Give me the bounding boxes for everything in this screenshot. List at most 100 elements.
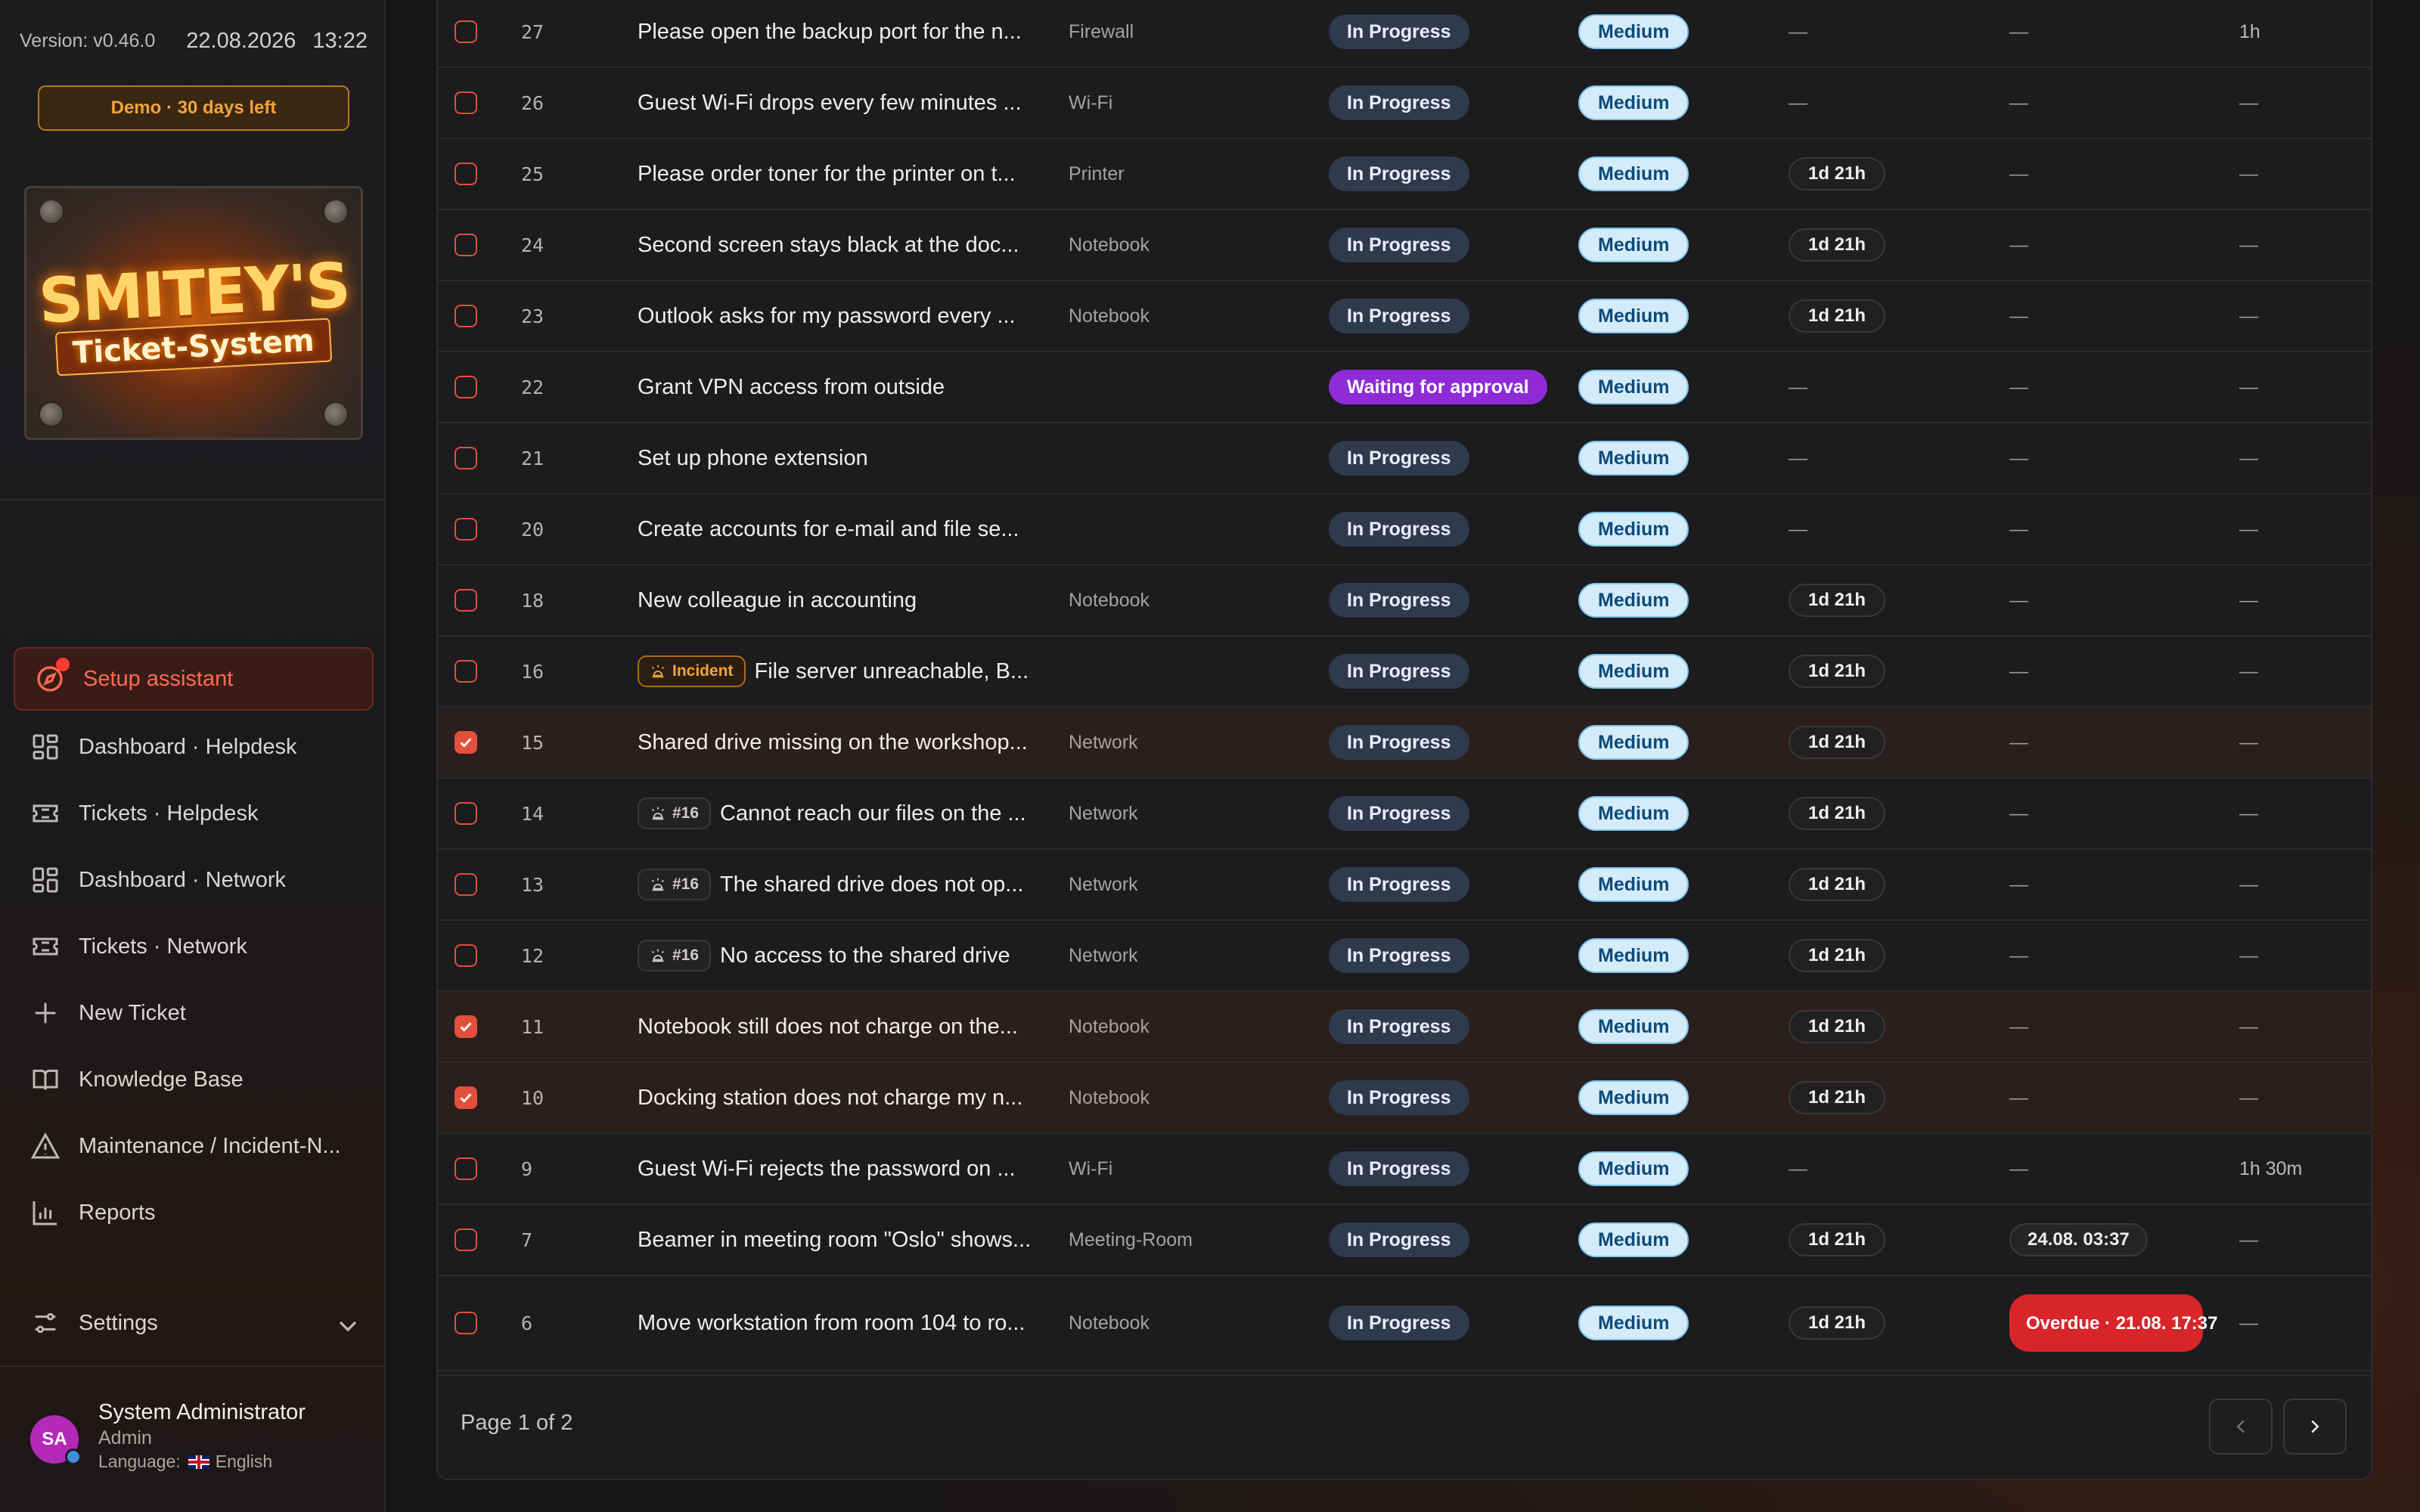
row-checkbox[interactable] xyxy=(455,447,477,469)
priority-badge[interactable]: Medium xyxy=(1578,14,1689,49)
parent-ticket-tag[interactable]: #16 xyxy=(638,940,712,971)
table-row[interactable]: 16 Incident File server unreachable, B... I… xyxy=(438,637,2371,708)
status-badge[interactable]: In Progress xyxy=(1329,867,1469,902)
ticket-title-cell[interactable]: Shared drive missing on the workshop... xyxy=(638,708,1046,777)
row-checkbox[interactable] xyxy=(455,873,477,896)
status-badge[interactable]: In Progress xyxy=(1329,1306,1469,1340)
ticket-title-cell[interactable]: Create accounts for e-mail and file se..… xyxy=(638,494,1046,564)
status-badge[interactable]: In Progress xyxy=(1329,85,1469,120)
row-checkbox[interactable] xyxy=(455,20,477,43)
language-selector[interactable]: Language: English xyxy=(98,1452,272,1472)
next-page-button[interactable] xyxy=(2283,1399,2347,1455)
setup-assistant-button[interactable]: Setup assistant xyxy=(14,647,374,711)
priority-badge[interactable]: Medium xyxy=(1578,1222,1689,1257)
nav-reports[interactable]: Reports xyxy=(30,1190,363,1235)
ticket-title-cell[interactable]: Move workstation from room 104 to ro... xyxy=(638,1276,1046,1370)
nav-dashboard-network[interactable]: Dashboard · Network xyxy=(30,857,363,903)
prev-page-button[interactable] xyxy=(2209,1399,2273,1455)
nav-knowledge-base[interactable]: Knowledge Base xyxy=(30,1057,363,1102)
priority-badge[interactable]: Medium xyxy=(1578,938,1689,973)
ticket-title-cell[interactable]: Set up phone extension xyxy=(638,423,1046,493)
app-logo[interactable]: SMITEY'S Ticket-System xyxy=(24,186,363,440)
status-badge[interactable]: In Progress xyxy=(1329,156,1469,191)
ticket-title-cell[interactable]: Notebook still does not charge on the... xyxy=(638,992,1046,1061)
status-badge[interactable]: In Progress xyxy=(1329,299,1469,333)
status-badge[interactable]: Waiting for approval xyxy=(1329,370,1547,404)
table-row[interactable]: 21 Set up phone extension In Progress Mediu… xyxy=(438,423,2371,494)
table-row[interactable]: 22 Grant VPN access from outside Waiting f… xyxy=(438,352,2371,423)
row-checkbox[interactable] xyxy=(455,1157,477,1180)
status-badge[interactable]: In Progress xyxy=(1329,14,1469,49)
parent-ticket-tag[interactable]: #16 xyxy=(638,869,712,900)
status-badge[interactable]: In Progress xyxy=(1329,1080,1469,1115)
ticket-title-cell[interactable]: Outlook asks for my password every ... xyxy=(638,281,1046,351)
ticket-title-cell[interactable]: #16 Cannot reach our files on the ... xyxy=(638,779,1046,848)
priority-badge[interactable]: Medium xyxy=(1578,156,1689,191)
row-checkbox[interactable] xyxy=(455,305,477,327)
row-checkbox[interactable] xyxy=(455,731,477,754)
table-row[interactable]: 25 Please order toner for the printer on … xyxy=(438,139,2371,210)
table-row[interactable]: 23 Outlook asks for my password every ...… xyxy=(438,281,2371,352)
ticket-title-cell[interactable]: #16 No access to the shared drive xyxy=(638,921,1046,990)
nav-settings[interactable]: Settings xyxy=(30,1300,363,1346)
priority-badge[interactable]: Medium xyxy=(1578,228,1689,262)
status-badge[interactable]: In Progress xyxy=(1329,441,1469,476)
row-checkbox[interactable] xyxy=(455,589,477,612)
ticket-title-cell[interactable]: Guest Wi-Fi drops every few minutes ... xyxy=(638,68,1046,138)
table-row[interactable]: 14 #16 Cannot reach our files on the ... Ne… xyxy=(438,779,2371,850)
table-row[interactable]: 9 Guest Wi-Fi rejects the password on ...… xyxy=(438,1134,2371,1205)
ticket-title-cell[interactable]: #16 The shared drive does not op... xyxy=(638,850,1046,919)
incident-tag[interactable]: Incident xyxy=(638,655,746,687)
table-row[interactable]: 18 New colleague in accounting Notebook In … xyxy=(438,565,2371,637)
table-row[interactable]: 10 Docking station does not charge my n..… xyxy=(438,1063,2371,1134)
ticket-title-cell[interactable]: Incident File server unreachable, B... xyxy=(638,637,1046,706)
status-badge[interactable]: In Progress xyxy=(1329,512,1469,547)
row-checkbox[interactable] xyxy=(455,376,477,398)
table-row[interactable]: 6 Move workstation from room 104 to ro...… xyxy=(438,1276,2371,1371)
row-checkbox[interactable] xyxy=(455,163,477,185)
row-checkbox[interactable] xyxy=(455,1086,477,1109)
row-checkbox[interactable] xyxy=(455,1228,477,1251)
priority-badge[interactable]: Medium xyxy=(1578,441,1689,476)
nav-tickets-helpdesk[interactable]: Tickets · Helpdesk xyxy=(30,791,363,836)
status-badge[interactable]: In Progress xyxy=(1329,228,1469,262)
status-badge[interactable]: In Progress xyxy=(1329,1151,1469,1186)
row-checkbox[interactable] xyxy=(455,802,477,825)
priority-badge[interactable]: Medium xyxy=(1578,1080,1689,1115)
nav-tickets-network[interactable]: Tickets · Network xyxy=(30,924,363,969)
ticket-title-cell[interactable]: Please order toner for the printer on t.… xyxy=(638,139,1046,209)
row-checkbox[interactable] xyxy=(455,1312,477,1334)
table-row[interactable]: 27 Please open the backup port for the n.… xyxy=(438,0,2371,68)
priority-badge[interactable]: Medium xyxy=(1578,299,1689,333)
table-row[interactable]: 11 Notebook still does not charge on the.… xyxy=(438,992,2371,1063)
nav-new-ticket[interactable]: New Ticket xyxy=(30,990,363,1036)
row-checkbox[interactable] xyxy=(455,234,477,256)
status-badge[interactable]: In Progress xyxy=(1329,1009,1469,1044)
user-profile[interactable]: SA System Administrator Admin Language: … xyxy=(30,1400,363,1483)
priority-badge[interactable]: Medium xyxy=(1578,867,1689,902)
priority-badge[interactable]: Medium xyxy=(1578,85,1689,120)
ticket-title-cell[interactable]: Docking station does not charge my n... xyxy=(638,1063,1046,1132)
ticket-title-cell[interactable]: New colleague in accounting xyxy=(638,565,1046,635)
priority-badge[interactable]: Medium xyxy=(1578,654,1689,689)
demo-badge[interactable]: Demo · 30 days left xyxy=(38,85,349,131)
ticket-title-cell[interactable]: Guest Wi-Fi rejects the password on ... xyxy=(638,1134,1046,1204)
row-checkbox[interactable] xyxy=(455,944,477,967)
table-row[interactable]: 13 #16 The shared drive does not op... Netw… xyxy=(438,850,2371,921)
status-badge[interactable]: In Progress xyxy=(1329,796,1469,831)
status-badge[interactable]: In Progress xyxy=(1329,938,1469,973)
ticket-title-cell[interactable]: Second screen stays black at the doc... xyxy=(638,210,1046,280)
table-row[interactable]: 24 Second screen stays black at the doc..… xyxy=(438,210,2371,281)
priority-badge[interactable]: Medium xyxy=(1578,796,1689,831)
row-checkbox[interactable] xyxy=(455,660,477,683)
ticket-title-cell[interactable]: Beamer in meeting room "Oslo" shows... xyxy=(638,1205,1046,1275)
ticket-title-cell[interactable]: Please open the backup port for the n... xyxy=(638,0,1046,67)
nav-dashboard-helpdesk[interactable]: Dashboard · Helpdesk xyxy=(30,724,363,770)
table-row[interactable]: 26 Guest Wi-Fi drops every few minutes ..… xyxy=(438,68,2371,139)
priority-badge[interactable]: Medium xyxy=(1578,1306,1689,1340)
priority-badge[interactable]: Medium xyxy=(1578,583,1689,618)
status-badge[interactable]: In Progress xyxy=(1329,583,1469,618)
priority-badge[interactable]: Medium xyxy=(1578,512,1689,547)
priority-badge[interactable]: Medium xyxy=(1578,1009,1689,1044)
priority-badge[interactable]: Medium xyxy=(1578,1151,1689,1186)
